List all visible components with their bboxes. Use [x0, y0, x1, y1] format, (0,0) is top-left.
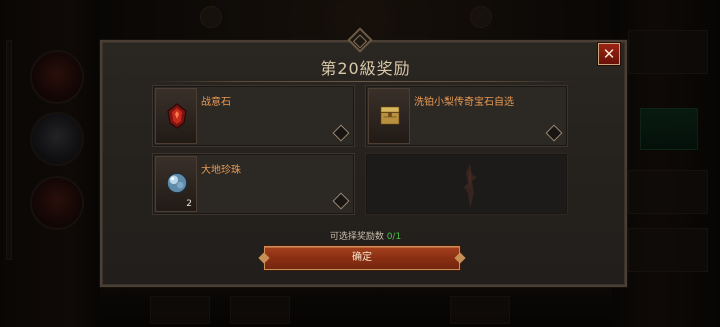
dialog-title: 第20級奖励	[320, 59, 411, 78]
choice-label: 可选择奖励数	[329, 232, 384, 242]
choice-count: 0/1	[386, 232, 402, 242]
reward-slot-empty	[365, 153, 568, 215]
title-divider	[152, 81, 579, 82]
red-gem-icon	[167, 103, 187, 129]
reward-slot-battle-stone[interactable]: 战意石	[152, 85, 355, 147]
emblem-placeholder-icon	[464, 164, 477, 208]
blue-pearl-icon	[166, 172, 188, 194]
item-icon-frame	[368, 88, 410, 144]
close-button[interactable]: ✕	[598, 43, 620, 65]
level-reward-dialog: 第20級奖励 ✕ 战意石 洗铂小梨传奇宝石自选 2 大地珍珠 可选择奖励数 0/…	[100, 40, 627, 287]
reward-select-checkbox[interactable]	[332, 124, 350, 142]
choice-counter: 可选择奖励数 0/1	[102, 229, 629, 242]
treasure-chest-icon	[380, 106, 400, 125]
reward-name: 洗铂小梨传奇宝石自选	[414, 97, 514, 108]
reward-slot-legendary-gem-chest[interactable]: 洗铂小梨传奇宝石自选	[365, 85, 568, 147]
reward-name: 大地珍珠	[201, 165, 241, 176]
item-count: 2	[186, 199, 192, 209]
item-icon-frame: 2	[155, 156, 197, 212]
item-icon-frame	[155, 88, 197, 144]
reward-slot-earth-pearl[interactable]: 2 大地珍珠	[152, 153, 355, 215]
close-icon: ✕	[602, 44, 616, 63]
reward-name: 战意石	[201, 97, 231, 108]
reward-select-checkbox[interactable]	[545, 124, 563, 142]
confirm-button[interactable]: 确定	[264, 246, 460, 270]
reward-select-checkbox[interactable]	[332, 192, 350, 210]
